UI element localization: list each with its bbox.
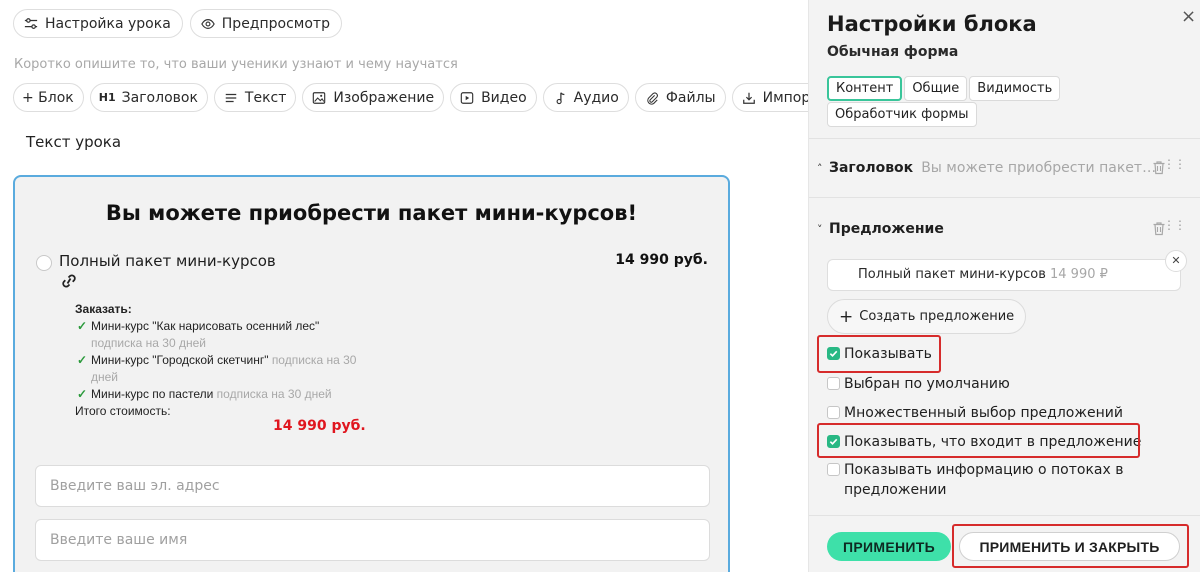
panel-title: Настройки блока xyxy=(827,12,1037,36)
order-item-sub: подписка на 30 дней xyxy=(216,387,332,401)
checkbox-default-selected[interactable]: Выбран по умолчанию xyxy=(827,374,1010,394)
drag-handle-icon[interactable]: ⋮⋮ xyxy=(1163,158,1186,170)
add-audio-button[interactable]: Аудио xyxy=(542,83,629,112)
selected-offer-chip[interactable]: Полный пакет мини-курсов 14 990 ₽ xyxy=(827,259,1181,291)
add-heading-button[interactable]: H1 Заголовок xyxy=(89,83,208,112)
check-icon: ✓ xyxy=(77,353,88,367)
email-field[interactable] xyxy=(35,465,710,507)
eye-icon xyxy=(200,16,216,32)
order-item: ✓ Мини-курс "Как нарисовать осенний лес"… xyxy=(75,318,365,352)
checkbox-show-streams[interactable]: Показывать информацию о потоках в предло… xyxy=(827,460,1127,500)
order-item-name: Мини-курс "Городской скетчинг" xyxy=(91,353,269,367)
offer-price: 14 990 руб. xyxy=(615,252,708,268)
add-files-label: Файлы xyxy=(665,89,716,106)
checkbox-icon[interactable] xyxy=(827,463,840,476)
music-note-icon xyxy=(552,90,568,106)
checkbox-label: Множественный выбор предложений xyxy=(844,405,1123,421)
heading-section-label: Заголовок xyxy=(829,160,914,176)
heading-icon: H1 xyxy=(98,91,116,104)
offer-section-label: Предложение xyxy=(829,221,944,237)
tab-content[interactable]: Контент xyxy=(827,76,903,101)
settings-tabs: Контент Общие Видимость Обработчик формы xyxy=(827,76,1067,127)
plus-icon: + xyxy=(839,306,854,327)
order-item-sub: подписка на 30 дней xyxy=(91,336,206,350)
create-offer-label: Создать предложение xyxy=(859,309,1015,324)
highlight-frame xyxy=(817,423,1140,458)
highlight-frame xyxy=(952,524,1189,568)
order-label: Заказать: xyxy=(75,302,132,316)
order-total-price: 14 990 руб. xyxy=(273,418,366,434)
panel-subtitle: Обычная форма xyxy=(827,44,959,60)
add-audio-label: Аудио xyxy=(573,89,619,106)
image-icon xyxy=(311,90,327,106)
add-image-label: Изображение xyxy=(333,89,435,106)
add-text-label: Текст xyxy=(244,89,287,106)
lesson-description-input[interactable]: Коротко опишите то, что ваши ученики узн… xyxy=(14,57,458,72)
lesson-settings-label: Настройка урока xyxy=(45,15,171,32)
preview-button[interactable]: Предпросмотр xyxy=(189,9,342,38)
close-icon[interactable]: × xyxy=(1181,6,1196,27)
tab-visibility[interactable]: Видимость xyxy=(969,76,1061,101)
offer-radio[interactable] xyxy=(36,255,52,271)
divider xyxy=(809,197,1200,198)
offer-chip-price: 14 990 ₽ xyxy=(1050,267,1108,282)
order-item: ✓ Мини-курс "Городской скетчинг" подписк… xyxy=(75,352,365,386)
order-item: ✓ Мини-курс по пастели подписка на 30 дн… xyxy=(75,386,365,403)
preview-label: Предпросмотр xyxy=(221,15,330,32)
chevron-down-icon[interactable]: ˅ xyxy=(817,223,829,236)
order-contents: Заказать: ✓ Мини-курс "Как нарисовать ос… xyxy=(75,301,365,420)
tab-form-handler[interactable]: Обработчик формы xyxy=(827,102,977,127)
lesson-editor: Настройка урока Предпросмотр Коротко опи… xyxy=(0,0,829,572)
checkbox-icon[interactable] xyxy=(827,377,840,390)
checkbox-label: Выбран по умолчанию xyxy=(844,376,1010,392)
add-video-button[interactable]: Видео xyxy=(450,83,537,112)
paperclip-icon xyxy=(644,90,660,106)
add-files-button[interactable]: Файлы xyxy=(634,83,726,112)
checkbox-multiple-choice[interactable]: Множественный выбор предложений xyxy=(827,403,1123,423)
chevron-up-icon[interactable]: ˄ xyxy=(817,162,829,175)
checkbox-icon[interactable] xyxy=(827,406,840,419)
block-settings-panel: Настройки блока × Обычная форма Контент … xyxy=(808,0,1200,572)
text-lines-icon xyxy=(223,90,239,106)
lesson-settings-button[interactable]: Настройка урока xyxy=(13,9,183,38)
tab-general[interactable]: Общие xyxy=(904,76,968,101)
editor-top-actions: Настройка урока Предпросмотр xyxy=(13,9,342,38)
create-offer-button[interactable]: + Создать предложение xyxy=(827,299,1027,334)
video-icon xyxy=(459,90,475,106)
add-block-label: + Блок xyxy=(22,89,74,106)
block-toolbar: + Блок H1 Заголовок Текст Изображение Ви… xyxy=(13,83,829,112)
sliders-icon xyxy=(23,16,39,32)
link-icon[interactable] xyxy=(59,273,79,289)
remove-offer-icon[interactable]: ✕ xyxy=(1165,250,1187,272)
offer-name: Полный пакет мини-курсов xyxy=(59,252,276,270)
add-heading-label: Заголовок xyxy=(121,89,198,106)
add-image-button[interactable]: Изображение xyxy=(302,83,445,112)
import-icon xyxy=(741,90,757,106)
add-block-button[interactable]: + Блок xyxy=(13,83,84,112)
name-field[interactable] xyxy=(35,519,710,561)
apply-button[interactable]: ПРИМЕНИТЬ xyxy=(827,532,951,561)
form-title: Вы можете приобрести пакет мини-курсов! xyxy=(105,201,638,225)
check-icon: ✓ xyxy=(77,387,88,401)
offer-chip-name: Полный пакет мини-курсов xyxy=(858,267,1046,282)
highlight-frame xyxy=(817,335,941,373)
add-text-button[interactable]: Текст xyxy=(213,83,297,112)
lesson-text-heading: Текст урока xyxy=(26,133,122,151)
check-icon: ✓ xyxy=(77,319,88,333)
form-block-preview[interactable]: Вы можете приобрести пакет мини-курсов! … xyxy=(13,175,730,572)
order-item-name: Мини-курс по пастели xyxy=(91,387,214,401)
divider xyxy=(809,138,1200,139)
panel-footer: ПРИМЕНИТЬ ПРИМЕНИТЬ И ЗАКРЫТЬ xyxy=(809,515,1200,572)
heading-section-row[interactable]: ˄ Заголовок Вы можете приобрести пакет м… xyxy=(817,157,1191,179)
order-item-name: Мини-курс "Как нарисовать осенний лес" xyxy=(91,319,320,333)
checkbox-label: Показывать информацию о потоках в предло… xyxy=(844,462,1124,498)
offer-section-row[interactable]: ˅ Предложение ⋮⋮ xyxy=(817,218,1191,240)
drag-handle-icon[interactable]: ⋮⋮ xyxy=(1163,219,1186,231)
heading-section-value: Вы можете приобрести пакет мини-курсов! xyxy=(921,160,1158,176)
add-video-label: Видео xyxy=(481,89,527,106)
